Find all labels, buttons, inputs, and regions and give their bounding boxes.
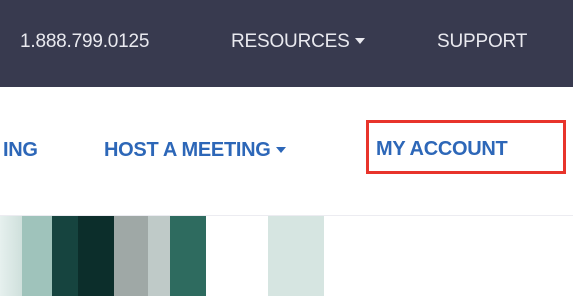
top-utility-bar: 1.888.799.0125 RESOURCES SUPPORT xyxy=(0,0,573,87)
banner-strip xyxy=(206,216,268,296)
chevron-down-icon xyxy=(354,37,365,44)
resources-menu[interactable]: RESOURCES xyxy=(231,31,365,53)
resources-label: RESOURCES xyxy=(231,31,350,52)
hero-banner-image xyxy=(0,216,573,296)
host-a-meeting-label: HOST A MEETING xyxy=(104,139,271,161)
support-link[interactable]: SUPPORT xyxy=(437,31,527,53)
banner-strip xyxy=(22,216,52,296)
host-a-meeting-menu[interactable]: HOST A MEETING xyxy=(104,139,286,162)
phone-number[interactable]: 1.888.799.0125 xyxy=(20,31,149,53)
my-account-link[interactable]: MY ACCOUNT xyxy=(366,120,566,174)
banner-strip xyxy=(148,216,170,296)
banner-strip xyxy=(78,216,114,296)
banner-strip xyxy=(268,216,324,296)
main-navigation: ING HOST A MEETING MY ACCOUNT xyxy=(0,87,573,216)
banner-strip xyxy=(170,216,206,296)
chevron-down-icon xyxy=(275,146,286,153)
nav-item-partial[interactable]: ING xyxy=(3,139,38,162)
banner-strip xyxy=(0,216,22,296)
banner-strip xyxy=(114,216,148,296)
banner-strip xyxy=(52,216,78,296)
